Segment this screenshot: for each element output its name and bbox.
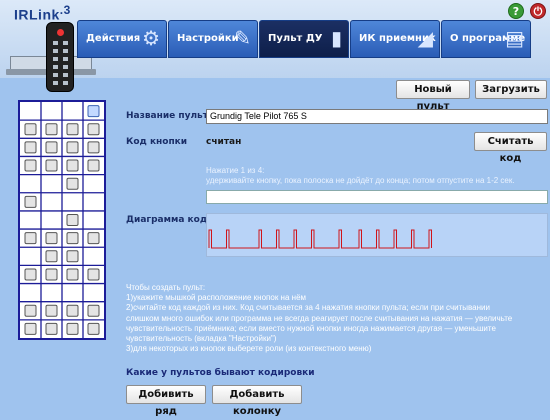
- tab-label: Пульт ДУ: [268, 33, 323, 44]
- read-code-button[interactable]: Считать код: [474, 132, 547, 164]
- add-column-button[interactable]: Добавить колонку: [212, 385, 302, 417]
- remote-name-label: Название пульта: [126, 111, 215, 121]
- press-hint-text: удерживайте кнопку, пока полоска не дойд…: [206, 176, 515, 185]
- printer-icon: ▤: [505, 26, 524, 50]
- tab-settings[interactable]: Настройки ✎: [168, 20, 258, 58]
- grid-canvas[interactable]: [20, 102, 104, 338]
- remote-button[interactable]: [24, 322, 37, 335]
- main-tabs: Действия ⚙ Настройки ✎ Пульт ДУ ▮ ИК при…: [77, 20, 532, 58]
- remote-button[interactable]: [87, 322, 100, 335]
- instruction-line: Чтобы создать пульт:: [126, 283, 206, 292]
- remote-button[interactable]: [87, 123, 100, 136]
- remote-button[interactable]: [66, 304, 79, 317]
- encodings-link[interactable]: Какие у пультов бывают кодировки: [126, 368, 315, 378]
- instruction-line: 1)укажите мышкой расположение кнопок на …: [126, 293, 307, 303]
- remote-layout-grid[interactable]: [18, 100, 106, 340]
- remote-button[interactable]: [66, 159, 79, 172]
- remote-button-selected[interactable]: [87, 105, 100, 118]
- tab-label: Действия: [86, 33, 141, 44]
- tab-actions[interactable]: Действия ⚙: [77, 20, 167, 58]
- remote-button[interactable]: [87, 141, 100, 154]
- remote-button[interactable]: [24, 195, 37, 208]
- remote-button[interactable]: [24, 123, 37, 136]
- remote-logo-icon: [46, 22, 74, 92]
- remote-button[interactable]: [87, 268, 100, 281]
- remote-button[interactable]: [45, 123, 58, 136]
- load-button[interactable]: Загрузить: [475, 80, 547, 99]
- read-progress-bar: [206, 190, 548, 204]
- remote-button[interactable]: [24, 268, 37, 281]
- remote-button[interactable]: [45, 304, 58, 317]
- logo-version: .3: [59, 3, 71, 17]
- signal-waveform: [208, 229, 432, 249]
- wrench-icon: ✎: [234, 26, 251, 50]
- remote-button[interactable]: [66, 214, 79, 226]
- remote-button[interactable]: [45, 322, 58, 335]
- press-counter-text: Нажатие 1 из 4:: [206, 166, 265, 175]
- remote-name-input[interactable]: Grundig Tele Pilot 765 S: [206, 109, 548, 124]
- power-icon[interactable]: ⏻: [530, 3, 546, 19]
- remote-button[interactable]: [24, 141, 37, 154]
- tab-label: Настройки: [177, 33, 239, 44]
- remote-button[interactable]: [66, 322, 79, 335]
- remote-button[interactable]: [45, 268, 58, 281]
- remote-button[interactable]: [87, 159, 100, 172]
- add-row-button[interactable]: Добивить ряд: [126, 385, 206, 417]
- remote-button[interactable]: [66, 177, 79, 190]
- button-code-label: Код кнопки: [126, 137, 188, 147]
- tab-about[interactable]: О программе ▤: [441, 20, 531, 58]
- code-status: считан: [206, 137, 242, 147]
- remote-button[interactable]: [66, 123, 79, 136]
- remote-button[interactable]: [45, 232, 58, 245]
- app-logo: IRLink.3: [14, 3, 71, 23]
- remote-button[interactable]: [45, 159, 58, 172]
- receiver-icon: ◢: [417, 26, 433, 50]
- tab-ir-receiver[interactable]: ИК приемник ◢: [350, 20, 440, 58]
- remote-button[interactable]: [24, 232, 37, 245]
- instructions: Чтобы создать пульт: 1)укажите мышкой ра…: [126, 283, 546, 354]
- remote-button[interactable]: [45, 250, 58, 263]
- remote-button[interactable]: [66, 250, 79, 263]
- instruction-line: 3)для некоторых из кнопок выберете роли …: [126, 344, 372, 354]
- new-remote-button[interactable]: Новый пульт: [396, 80, 470, 112]
- remote-button[interactable]: [66, 141, 79, 154]
- code-diagram-label: Диаграмма кода: [126, 215, 214, 225]
- code-diagram: [206, 213, 548, 257]
- remote-button[interactable]: [45, 141, 58, 154]
- remote-icon: ▮: [330, 26, 342, 50]
- instruction-line: слишком много ошибок или программа не вс…: [126, 313, 513, 323]
- signal-pulses: [208, 229, 432, 249]
- gear-icon: ⚙: [142, 26, 160, 50]
- instruction-line: чувствительность (вкладка "Настройки"): [126, 334, 277, 344]
- instruction-line: чувствительность приёмника; если вместо …: [126, 323, 496, 333]
- remote-button[interactable]: [87, 304, 100, 317]
- remote-button[interactable]: [66, 232, 79, 245]
- remote-button[interactable]: [24, 159, 37, 172]
- remote-button[interactable]: [66, 268, 79, 281]
- remote-button[interactable]: [87, 232, 100, 245]
- tab-remote[interactable]: Пульт ДУ ▮: [259, 20, 349, 58]
- logo-text: IRLink: [14, 6, 60, 23]
- instruction-line: 2)считайте код каждой из них. Код считыв…: [126, 303, 490, 313]
- help-icon[interactable]: ?: [508, 3, 524, 19]
- remote-button[interactable]: [24, 304, 37, 317]
